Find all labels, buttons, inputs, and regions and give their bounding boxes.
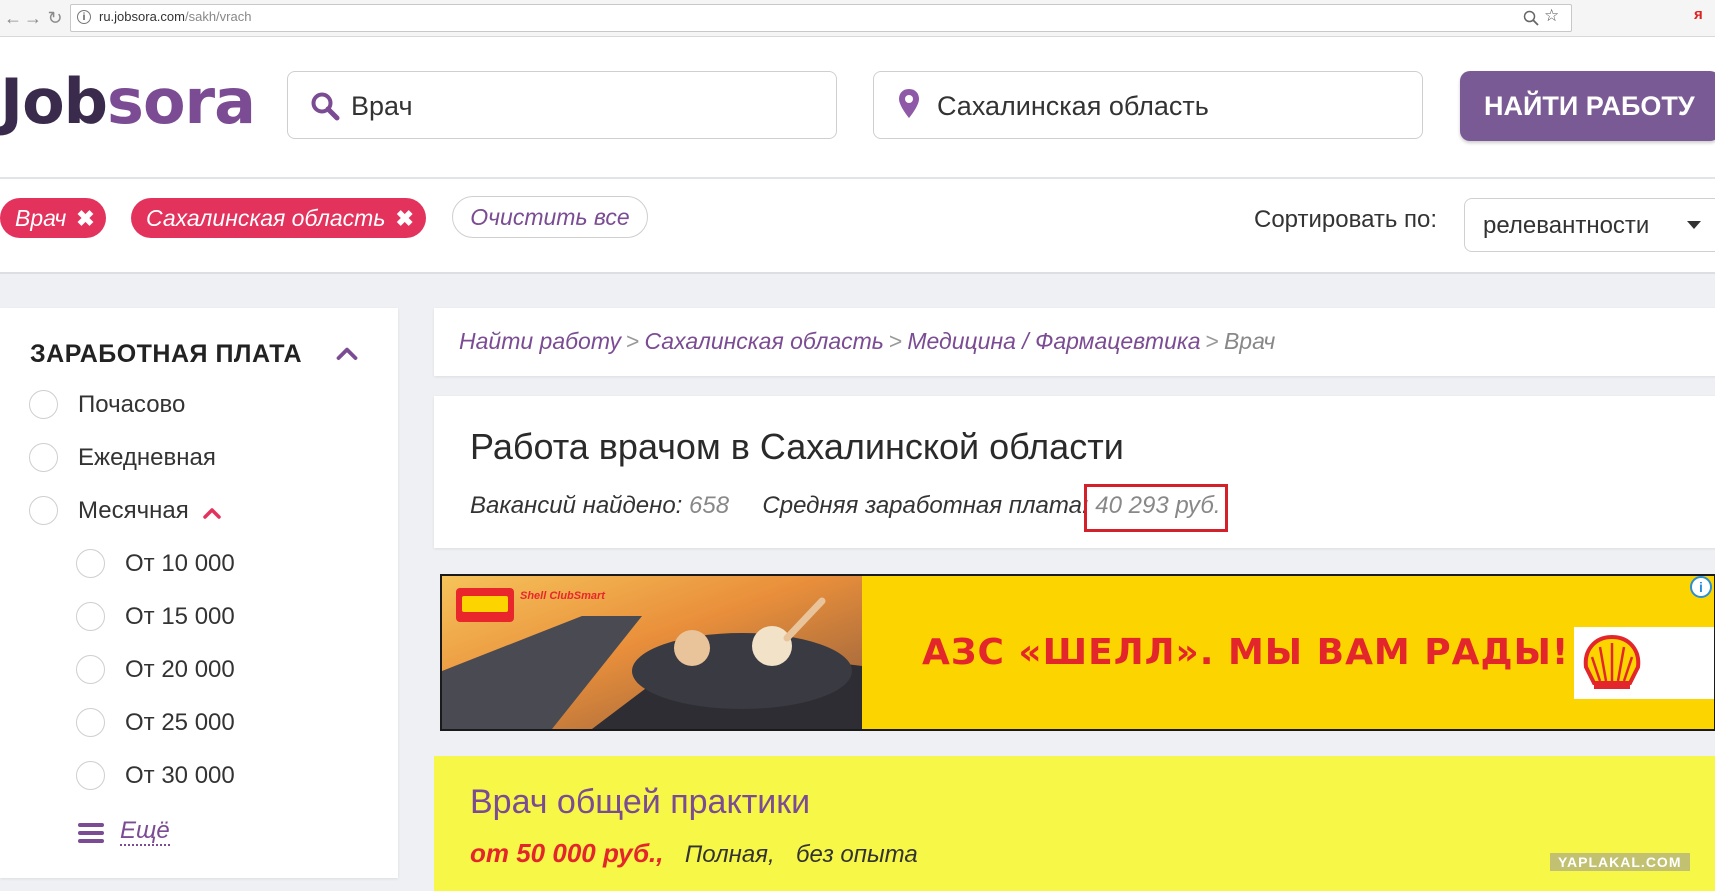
jobsora-logo[interactable]: Jobsora (0, 65, 256, 138)
salary-filter-panel: ЗАРАБОТНАЯ ПЛАТА Почасово Ежедневная Мес… (0, 308, 398, 878)
filter-chip-query[interactable]: Врач ✖ (0, 198, 106, 238)
find-job-button[interactable]: НАЙТИ РАБОТУ (1460, 71, 1715, 141)
breadcrumb-link[interactable]: Медицина / Фармацевтика (907, 328, 1200, 354)
sort-select[interactable]: релевантности (1464, 198, 1715, 252)
magnifier-icon (311, 92, 340, 121)
job-card[interactable]: Врач общей практики от 50 000 руб., Полн… (434, 756, 1715, 891)
sort-label: Сортировать по: (1254, 206, 1438, 233)
ad-photo (442, 576, 862, 729)
salary-highlight-box (1084, 484, 1228, 532)
site-header: Jobsora Врач Сахалинская область НАЙТИ Р… (0, 37, 1715, 179)
filter-bar: Врач ✖ Сахалинская область ✖ Очистить все … (0, 179, 1715, 274)
sort-value: релевантности (1483, 212, 1650, 239)
ad-card-brand: Shell ClubSmart (520, 590, 605, 602)
radio-button[interactable] (76, 761, 105, 790)
watermark: YAPLAKAL.COM (1550, 853, 1690, 871)
salary-monthly-label: От 30 000 (125, 762, 235, 789)
radio-button[interactable] (76, 655, 105, 684)
hamburger-icon[interactable] (78, 822, 104, 844)
radio-button[interactable] (76, 549, 105, 578)
ad-headline: АЗС «ШЕЛЛ». МЫ ВАМ РАДЫ! (922, 632, 1570, 673)
breadcrumb-card: Найти работу > Сахалинская область > Медицин… (434, 308, 1715, 376)
filter-chip-label: Сахалинская область (146, 205, 386, 231)
salary-monthly-label: От 15 000 (125, 603, 235, 630)
bookmark-star-icon[interactable]: ☆ (1544, 6, 1559, 26)
breadcrumb-separator: > (626, 328, 640, 354)
found-label: Вакансий найдено: (470, 492, 683, 519)
location-input[interactable]: Сахалинская область (873, 71, 1423, 139)
results-summary-card: Работа врачом в Сахалинской области Вака… (434, 396, 1715, 548)
found-count: 658 (689, 492, 730, 519)
breadcrumb-separator: > (1205, 328, 1219, 354)
radio-button[interactable] (76, 602, 105, 631)
map-pin-icon (899, 89, 919, 118)
zoom-icon[interactable] (1523, 10, 1539, 26)
chevron-down-icon (1687, 221, 1701, 229)
back-arrow-icon[interactable]: ← (2, 7, 24, 29)
ad-banner[interactable]: Shell ClubSmart АЗС «ШЕЛЛ». МЫ ВАМ РАДЫ! (440, 574, 1715, 731)
chevron-up-icon[interactable] (336, 342, 358, 364)
site-info-icon[interactable]: i (77, 10, 91, 24)
url-text: ru.jobsora.com/sakh/vrach (99, 9, 252, 24)
breadcrumb-separator: > (888, 328, 903, 354)
page-title: Работа врачом в Сахалинской области (470, 426, 1124, 467)
breadcrumb-link[interactable]: Сахалинская область (644, 328, 883, 354)
job-experience: без опыта (796, 841, 918, 868)
ad-info-icon[interactable]: i (1690, 576, 1712, 598)
search-query-text: Врач (351, 91, 413, 121)
breadcrumb-link[interactable]: Найти работу (459, 328, 621, 354)
salary-option-label: Почасово (78, 391, 186, 418)
reload-icon[interactable]: ↻ (44, 7, 66, 29)
salary-monthly-label: От 20 000 (125, 656, 235, 683)
breadcrumb: Найти работу > Сахалинская область > Медицин… (459, 328, 1275, 355)
salary-monthly-label: От 25 000 (125, 709, 235, 736)
close-icon[interactable]: ✖ (76, 206, 94, 231)
job-salary: от 50 000 руб., (470, 838, 664, 868)
search-input[interactable]: Врач (287, 71, 837, 139)
radio-button[interactable] (29, 496, 58, 525)
address-bar[interactable]: i ru.jobsora.com/sakh/vrach ☆ (70, 4, 1572, 32)
breadcrumb-current: Врач (1223, 328, 1276, 354)
job-meta: от 50 000 руб., Полная, без опыта (470, 838, 918, 869)
avg-salary-label: Средняя заработная плата: (762, 492, 1089, 519)
shell-logo-box (1574, 627, 1714, 699)
job-employment: Полная, (684, 841, 775, 868)
browser-toolbar: ← → ↻ i ru.jobsora.com/sakh/vrach ☆ я (0, 0, 1715, 37)
filter-chip-location[interactable]: Сахалинская область ✖ (131, 198, 426, 238)
radio-button[interactable] (29, 390, 58, 419)
location-text: Сахалинская область (937, 91, 1209, 121)
salary-monthly-label: От 10 000 (125, 550, 235, 577)
forward-arrow-icon[interactable]: → (22, 7, 44, 29)
close-icon[interactable]: ✖ (395, 206, 413, 231)
chevron-up-icon[interactable] (203, 507, 221, 519)
more-link[interactable]: Ещё (120, 818, 170, 846)
filter-chip-label: Врач (15, 205, 67, 231)
salary-option-label: Ежедневная (78, 444, 216, 471)
radio-button[interactable] (29, 443, 58, 472)
radio-button[interactable] (76, 708, 105, 737)
salary-option-label: Месячная (78, 497, 189, 524)
job-title[interactable]: Врач общей практики (470, 783, 810, 822)
clear-all-button[interactable]: Очистить все (452, 196, 648, 238)
extension-icon[interactable]: я (1694, 6, 1703, 23)
salary-filter-title: ЗАРАБОТНАЯ ПЛАТА (30, 340, 303, 368)
shell-logo-icon (1583, 634, 1641, 689)
